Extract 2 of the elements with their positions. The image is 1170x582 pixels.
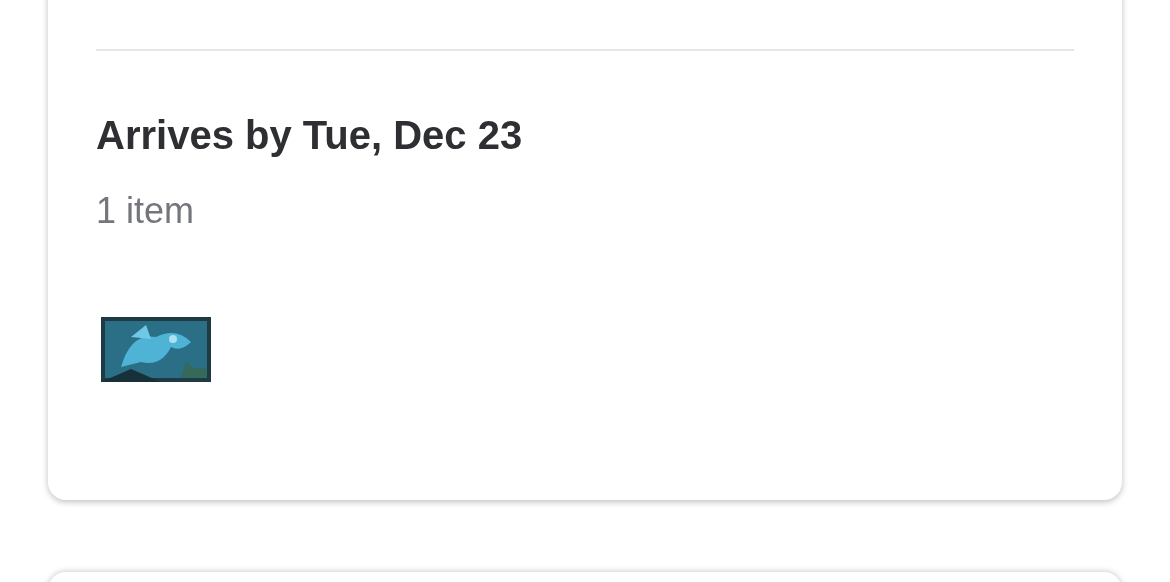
item-count: 1 item [96,189,196,233]
delivery-title: Arrives by Tue, Dec 23 [96,112,524,159]
